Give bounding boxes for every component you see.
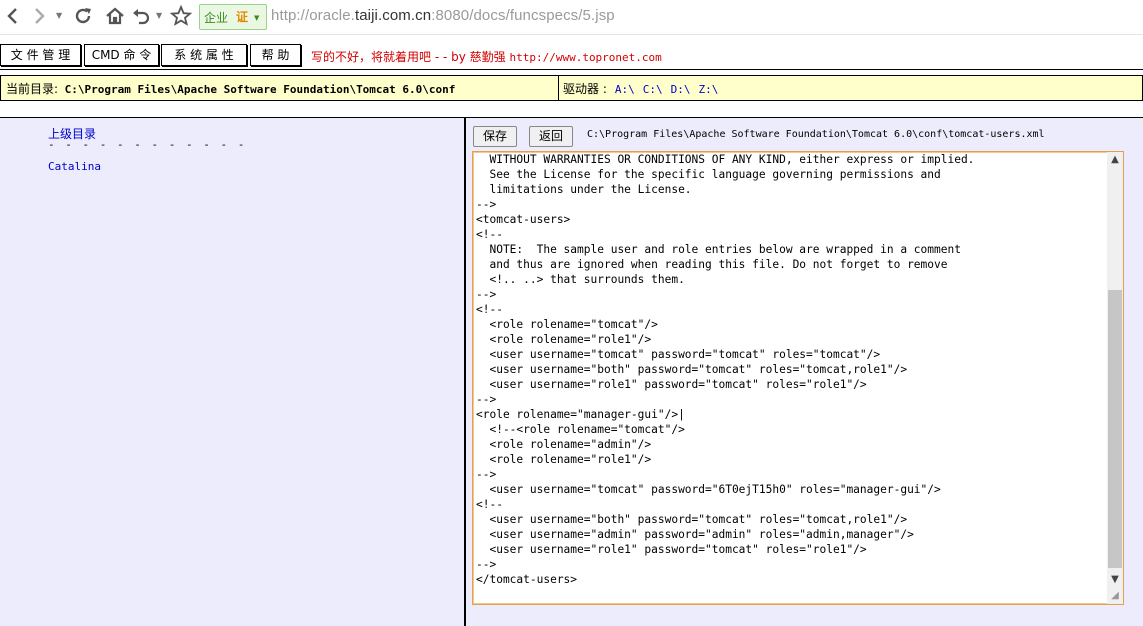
- code-line: <role rolename="role1"/>: [476, 453, 652, 466]
- back-button[interactable]: 返回: [529, 126, 573, 147]
- separator-dashes: - - - - - - - - - - - -: [48, 138, 247, 151]
- code-line: <tomcat-users>: [476, 213, 571, 226]
- dir-item-catalina[interactable]: Catalina: [48, 160, 101, 173]
- code-line: -->: [476, 558, 497, 571]
- vertical-scrollbar[interactable]: ▲ ▼: [1107, 152, 1123, 604]
- file-manage-button[interactable]: 文 件 管 理: [0, 44, 81, 66]
- chevron-down-icon: ▼: [254, 14, 260, 22]
- help-button[interactable]: 帮 助: [250, 44, 301, 66]
- back-icon[interactable]: [4, 5, 22, 27]
- code-line: <!--: [476, 303, 503, 316]
- code-line: -->: [476, 198, 497, 211]
- code-line: -->: [476, 393, 497, 406]
- code-line: -->: [476, 468, 497, 481]
- file-path: C:\Program Files\Apache Software Foundat…: [587, 129, 1045, 140]
- slogan-url[interactable]: http://www.topronet.com: [509, 51, 661, 64]
- undo-dropdown-icon[interactable]: ▼: [156, 11, 162, 20]
- code-line: <role rolename="tomcat"/>: [476, 318, 658, 331]
- address-bar[interactable]: http://oracle.taiji.com.cn:8080/docs/fun…: [271, 7, 615, 24]
- directory-panel: 上级目录 - - - - - - - - - - - - Catalina: [0, 118, 464, 626]
- current-dir-label: 当前目录:: [6, 82, 59, 96]
- forward-icon[interactable]: [30, 5, 48, 27]
- code-line: <user username="tomcat" password="tomcat…: [476, 348, 881, 361]
- drive-link[interactable]: D:\: [671, 83, 691, 96]
- code-line: <!--: [476, 498, 503, 511]
- url-prefix: http://oracle.: [271, 7, 355, 24]
- drive-link[interactable]: C:\: [643, 83, 663, 96]
- undo-icon[interactable]: [130, 5, 152, 27]
- save-button[interactable]: 保存: [473, 126, 517, 147]
- url-domain: taiji.com.cn: [354, 7, 432, 24]
- editor-panel: 保存 返回 C:\Program Files\Apache Software F…: [466, 118, 1143, 626]
- current-dir-path: C:\Program Files\Apache Software Foundat…: [64, 83, 456, 96]
- cmd-button[interactable]: CMD 命 令: [84, 44, 159, 66]
- scroll-down-icon[interactable]: ▼: [1107, 572, 1123, 588]
- refresh-icon[interactable]: [72, 5, 94, 27]
- enterprise-label: 企业: [204, 11, 229, 25]
- code-line: <!--: [476, 228, 503, 241]
- code-line: <role rolename="role1"/>: [476, 333, 652, 346]
- drives: 驱动器 : A:\ C:\ D:\ Z:\: [563, 80, 718, 97]
- code-line: <!--<role rolename="tomcat"/>: [476, 423, 685, 436]
- code-lines: WITHOUT WARRANTIES OR CONDITIONS OF ANY …: [476, 152, 974, 587]
- code-line: WITHOUT WARRANTIES OR CONDITIONS OF ANY …: [476, 153, 975, 166]
- file-content-textarea[interactable]: WITHOUT WARRANTIES OR CONDITIONS OF ANY …: [472, 151, 1124, 605]
- code-line: <user username="role1" password="tomcat"…: [476, 378, 867, 391]
- scrollbar-thumb[interactable]: [1108, 290, 1122, 568]
- code-line: <user username="admin" password="admin" …: [476, 528, 914, 541]
- system-props-button[interactable]: 系 统 属 性: [161, 44, 247, 66]
- code-line: <role rolename="manager-gui"/>|: [476, 408, 685, 421]
- drives-label: 驱动器 :: [563, 82, 607, 96]
- code-line: NOTE: The sample user and role entries b…: [476, 243, 961, 256]
- code-line: -->: [476, 288, 497, 301]
- code-line: and thus are ignored when reading this f…: [476, 258, 948, 271]
- code-line: <!.. ..> that surrounds them.: [476, 273, 685, 286]
- code-line: <user username="role1" password="tomcat"…: [476, 543, 867, 556]
- drive-link[interactable]: A:\: [615, 83, 635, 96]
- drive-link[interactable]: Z:\: [698, 83, 718, 96]
- divider: [558, 76, 559, 100]
- code-line: limitations under the License.: [476, 183, 692, 196]
- home-icon[interactable]: [104, 5, 126, 27]
- code-line: <user username="both" password="tomcat" …: [476, 513, 908, 526]
- code-line: See the License for the specific languag…: [476, 168, 941, 181]
- resize-grip-icon[interactable]: ◢: [1107, 588, 1123, 604]
- code-line: </tomcat-users>: [476, 573, 578, 586]
- code-line: <user username="both" password="tomcat" …: [476, 363, 908, 376]
- slogan: 写的不好，将就着用吧 - - by 慈勤强 http://www.toprone…: [311, 48, 662, 65]
- url-suffix: :8080/docs/funcspecs/5.jsp: [431, 7, 615, 24]
- slogan-text: 写的不好，将就着用吧 - - by 慈勤强: [311, 50, 506, 64]
- browser-toolbar: ▼ ▼ 企业 证 ▼ http://oracle.taiji.com.cn:80…: [0, 0, 1143, 35]
- code-line: <user username="tomcat" password="6T0ejT…: [476, 483, 941, 496]
- path-bar: 当前目录: C:\Program Files\Apache Software F…: [0, 75, 1143, 101]
- enterprise-cert-badge[interactable]: 企业 证 ▼: [199, 4, 267, 30]
- cert-icon: 证: [236, 10, 249, 24]
- menu-bar: 文 件 管 理 CMD 命 令 系 统 属 性 帮 助 写的不好，将就着用吧 -…: [0, 44, 1143, 66]
- history-dropdown-icon[interactable]: ▼: [56, 11, 62, 20]
- current-dir: 当前目录: C:\Program Files\Apache Software F…: [6, 80, 455, 97]
- bookmark-star-icon[interactable]: [170, 5, 192, 27]
- scroll-up-icon[interactable]: ▲: [1107, 152, 1123, 168]
- divider: [0, 69, 1143, 70]
- code-line: <role rolename="admin"/>: [476, 438, 652, 451]
